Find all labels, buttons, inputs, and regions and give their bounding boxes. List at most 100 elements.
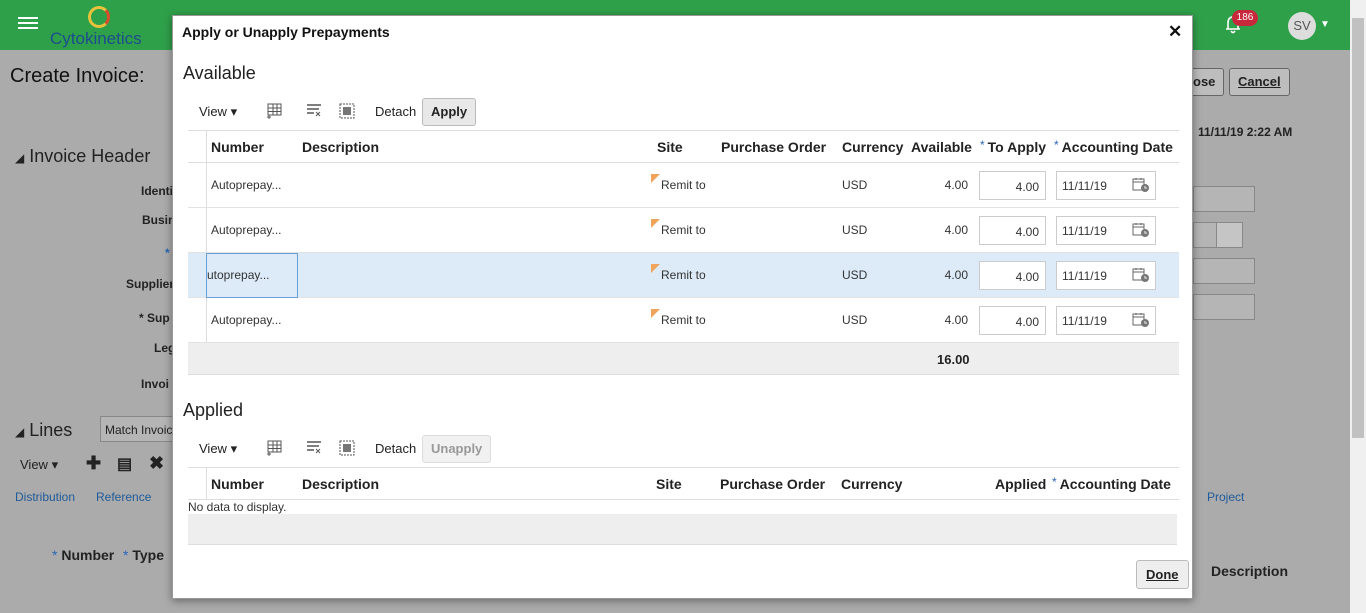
col-available[interactable]: Available <box>911 139 972 155</box>
unapply-button[interactable]: Unapply <box>422 435 492 463</box>
col-description[interactable]: Description <box>302 476 379 492</box>
col-accounting-date[interactable]: * Accounting Date <box>1052 475 1171 492</box>
accounting-date-input[interactable]: 11/11/19 <box>1056 261 1156 290</box>
site-flag-icon <box>651 309 660 318</box>
supplier-label: Supplier <box>126 277 175 291</box>
wrap-icon[interactable] <box>305 102 323 120</box>
col-currency[interactable]: Currency <box>842 139 903 155</box>
add-icon[interactable]: ✚ <box>86 453 101 474</box>
done-button[interactable]: Done <box>1136 560 1189 589</box>
col-currency[interactable]: Currency <box>841 476 902 492</box>
available-section-title: Available <box>183 63 256 83</box>
brand-name: Cytokinetics <box>50 29 142 48</box>
detach-button[interactable]: Detach <box>375 104 416 119</box>
accounting-date-input[interactable]: 11/11/19 <box>1056 216 1156 245</box>
calendar-icon[interactable] <box>1132 267 1150 283</box>
applied-toolbar: View ▾ Detach Unapply <box>188 435 1178 463</box>
bg-date-field[interactable] <box>1193 186 1255 212</box>
site-cell: Remit to <box>661 223 706 237</box>
row-selector[interactable] <box>188 163 207 207</box>
view-menu[interactable]: View ▾ <box>199 104 237 120</box>
site-flag-icon <box>651 219 660 228</box>
row-selector[interactable] <box>188 208 207 252</box>
match-invoice-button[interactable]: Match Invoic <box>100 416 175 442</box>
page-scrollbar-thumb[interactable] <box>1352 18 1364 438</box>
view-menu[interactable]: View ▾ <box>199 441 237 457</box>
calendar-icon[interactable] <box>1132 312 1150 328</box>
bg-search-field[interactable] <box>1193 294 1255 320</box>
to-apply-input[interactable]: 4.00 <box>979 306 1046 335</box>
applied-table-header: Number Description Site Purchase Order C… <box>188 467 1179 500</box>
table-row[interactable]: Autoprepay... Remit to USD 4.00 4.00 11/… <box>188 208 1179 253</box>
to-apply-input[interactable]: 4.00 <box>979 216 1046 245</box>
delete-icon[interactable]: ✖ <box>149 453 164 474</box>
cancel-button[interactable]: Cancel <box>1229 68 1290 96</box>
site-flag-icon <box>651 174 660 183</box>
col-site[interactable]: Site <box>657 139 683 155</box>
number-cell[interactable]: Autoprepay... <box>211 178 291 192</box>
detach-icon[interactable] <box>338 102 356 120</box>
freeze-columns-icon[interactable] <box>265 102 283 120</box>
col-applied[interactable]: Applied <box>995 476 1046 492</box>
tab-project[interactable]: Project <box>1207 490 1244 504</box>
hamburger-menu-icon[interactable] <box>18 14 38 34</box>
col-purchase-order[interactable]: Purchase Order <box>720 476 825 492</box>
freeze-columns-icon[interactable] <box>265 439 283 457</box>
close-icon[interactable]: ✕ <box>1168 22 1182 42</box>
tab-reference[interactable]: Reference <box>96 490 151 504</box>
user-avatar[interactable]: SV <box>1288 12 1316 40</box>
calendar-icon[interactable] <box>1132 177 1150 193</box>
date-value: 11/11/19 <box>1062 314 1107 328</box>
bg-select-chevron-down-icon[interactable] <box>1216 222 1243 248</box>
to-apply-input[interactable]: 4.00 <box>979 261 1046 290</box>
accounting-date-input[interactable]: 11/11/19 <box>1056 171 1156 200</box>
brand-logo[interactable]: Cytokinetics <box>50 4 170 48</box>
number-cell[interactable]: Autoprepay... <box>211 223 291 237</box>
currency-cell: USD <box>842 178 868 192</box>
currency-cell: USD <box>842 268 868 282</box>
bg-date-field-2[interactable] <box>1193 258 1255 284</box>
tab-distribution[interactable]: Distribution <box>15 490 75 504</box>
row-selector-header <box>188 131 207 163</box>
chevron-down-icon: ▾ <box>230 104 238 119</box>
available-cell: 4.00 <box>944 313 968 327</box>
invoice-header-section[interactable]: ◢ Invoice Header <box>15 146 150 167</box>
user-menu-chevron-down-icon[interactable]: ▼ <box>1320 19 1330 30</box>
number-cell[interactable]: Autoprepay... <box>211 313 291 327</box>
duplicate-icon[interactable]: ▤ <box>117 454 132 474</box>
table-row[interactable]: Autoprepay... Remit to USD 4.00 4.00 11/… <box>188 163 1179 208</box>
number-cell[interactable]: utoprepay... <box>207 268 295 282</box>
col-purchase-order[interactable]: Purchase Order <box>721 139 826 155</box>
wrap-icon[interactable] <box>305 439 323 457</box>
totals-row: 16.00 <box>188 343 1179 375</box>
collapse-triangle-icon: ◢ <box>15 425 25 439</box>
to-apply-input[interactable]: 4.00 <box>979 171 1046 200</box>
lines-title: Lines <box>29 420 73 440</box>
col-number[interactable]: Number <box>211 139 264 155</box>
col-number-header: * Number <box>52 547 115 563</box>
calendar-icon[interactable] <box>1132 222 1150 238</box>
col-site[interactable]: Site <box>656 476 682 492</box>
row-selector-header <box>188 468 207 500</box>
col-type-header: * Type <box>123 547 164 563</box>
no-data-message: No data to display. <box>188 500 287 514</box>
business-unit-label: Busin <box>142 213 176 227</box>
accounting-date-input[interactable]: 11/11/19 <box>1056 306 1156 335</box>
table-row[interactable]: Autoprepay... Remit to USD 4.00 4.00 11/… <box>188 298 1179 343</box>
col-number[interactable]: Number <box>211 476 264 492</box>
table-row-selected[interactable]: utoprepay... Remit to USD 4.00 4.00 11/1… <box>188 253 1179 298</box>
row-selector[interactable] <box>188 253 207 297</box>
row-selector[interactable] <box>188 298 207 342</box>
currency-cell: USD <box>842 223 868 237</box>
detach-button[interactable]: Detach <box>375 441 416 456</box>
col-accounting-date[interactable]: * Accounting Date <box>1054 138 1173 155</box>
detach-icon[interactable] <box>338 439 356 457</box>
notification-count-badge: 186 <box>1232 10 1258 26</box>
bg-view-menu[interactable]: View ▾ <box>20 457 58 473</box>
lines-section[interactable]: ◢ Lines <box>15 420 72 441</box>
col-to-apply[interactable]: * To Apply <box>980 138 1046 155</box>
date-value: 11/11/19 <box>1062 269 1107 283</box>
apply-button[interactable]: Apply <box>422 98 477 126</box>
col-description[interactable]: Description <box>302 139 379 155</box>
available-cell: 4.00 <box>944 223 968 237</box>
